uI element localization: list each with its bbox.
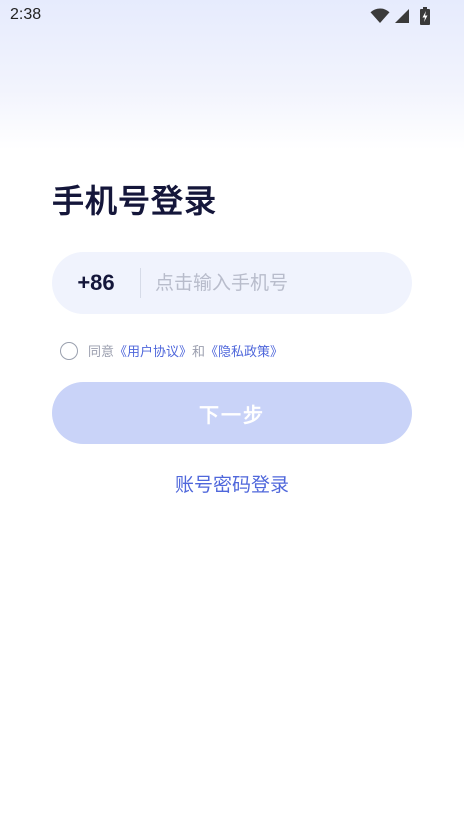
next-button[interactable]: 下一步 <box>52 382 412 444</box>
cell-signal-icon <box>394 8 410 24</box>
user-agreement-link[interactable]: 《用户协议》 <box>114 341 192 360</box>
page-title: 手机号登录 <box>52 182 218 220</box>
status-bar: 2:38 <box>0 0 464 32</box>
wifi-icon <box>370 8 390 24</box>
battery-charging-icon <box>420 7 430 25</box>
phone-input[interactable] <box>141 252 412 314</box>
agreement-prefix: 同意 <box>88 345 115 360</box>
agreement-conjunction: 和 <box>192 345 206 360</box>
privacy-policy-link[interactable]: 《隐私政策》 <box>205 341 283 360</box>
status-icons <box>370 7 430 25</box>
agreement: 同意 《用户协议》 和 《隐私政策》 <box>60 341 283 360</box>
phone-field[interactable]: +86 <box>52 252 412 314</box>
country-code[interactable]: +86 <box>52 270 140 296</box>
agree-checkbox[interactable] <box>60 341 78 360</box>
status-time: 2:38 <box>10 6 42 23</box>
account-password-login-link[interactable]: 账号密码登录 <box>0 470 464 497</box>
login-screen: 2:38 手机号登录 +86 点击输入手机号 同意 《用户协议》 和 《隐私政策… <box>0 0 464 825</box>
